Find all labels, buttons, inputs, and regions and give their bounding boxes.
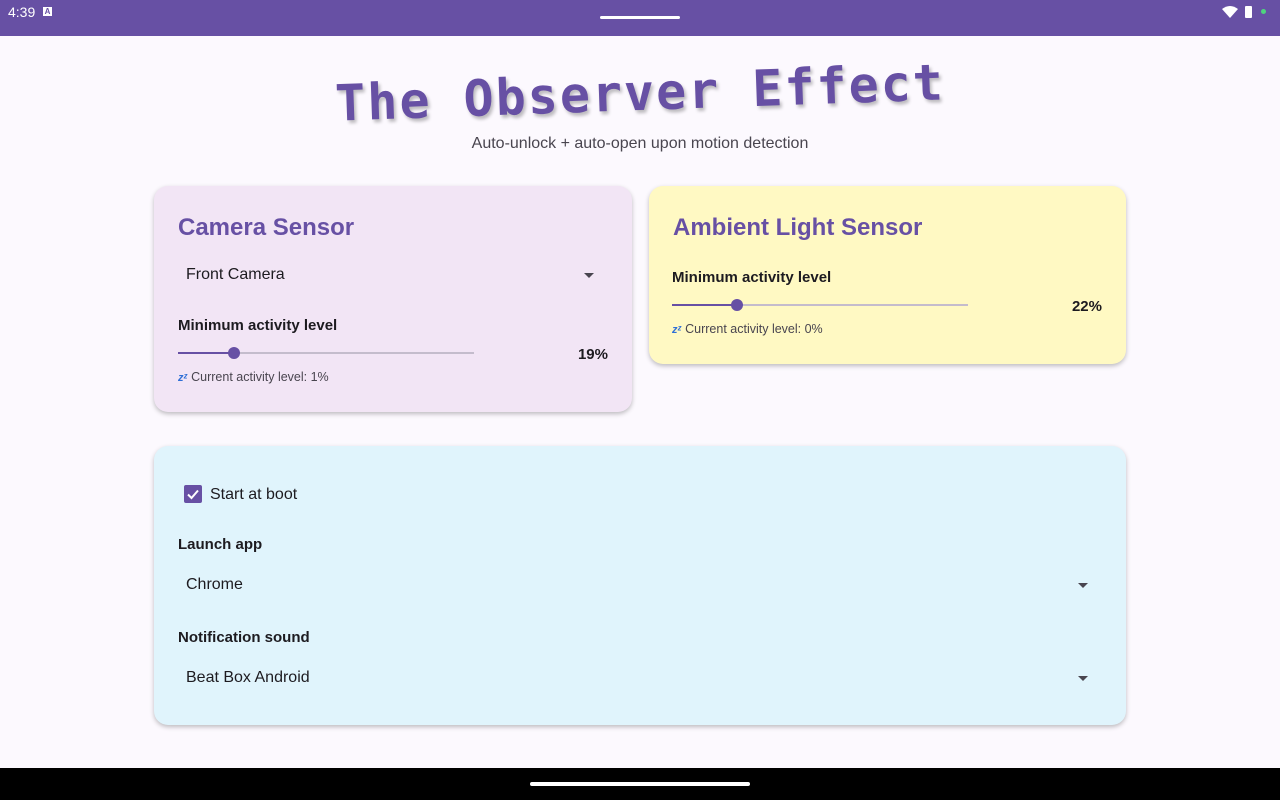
start-at-boot-label: Start at boot — [210, 486, 298, 503]
camera-current-activity-text: Current activity level: 1% — [191, 370, 329, 384]
slider-thumb[interactable] — [228, 347, 241, 359]
camera-min-activity-slider[interactable] — [178, 343, 474, 363]
home-gesture-handle[interactable] — [530, 782, 750, 786]
camera-select-value: Front Camera — [186, 266, 285, 283]
notification-sound-dropdown[interactable]: Beat Box Android — [178, 659, 1102, 699]
camera-current-activity: zᶻ Current activity level: 1% — [178, 370, 329, 384]
light-current-activity-text: Current activity level: 0% — [685, 322, 823, 336]
zzz-icon: zᶻ — [672, 324, 682, 336]
wifi-icon — [1222, 6, 1238, 18]
light-card-title: Ambient Light Sensor — [673, 214, 923, 241]
app-title: The Observer Effect — [334, 53, 946, 133]
ambient-light-sensor-card: Ambient Light Sensor Minimum activity le… — [649, 186, 1126, 364]
camera-card-title: Camera Sensor — [178, 214, 355, 241]
navigation-bar — [0, 768, 1280, 800]
slider-fill — [672, 304, 738, 306]
dropdown-arrow-icon — [584, 273, 594, 278]
camera-min-activity-value: 19% — [577, 346, 608, 363]
checkmark-icon — [187, 489, 199, 500]
light-min-activity-slider[interactable] — [672, 295, 968, 315]
camera-sensor-card: Camera Sensor Front Camera Minimum activ… — [154, 186, 632, 412]
dropdown-arrow-icon — [1078, 583, 1088, 588]
notification-sound-label: Notification sound — [178, 629, 310, 646]
zzz-icon: zᶻ — [178, 372, 188, 384]
settings-card: Start at boot Launch app Chrome Notifica… — [154, 446, 1126, 725]
app-subtitle: Auto-unlock + auto-open upon motion dete… — [471, 135, 809, 152]
camera-min-activity-label: Minimum activity level — [178, 317, 338, 334]
status-bar: 4:39 A — [0, 0, 1280, 36]
light-current-activity: zᶻ Current activity level: 0% — [672, 322, 823, 336]
notification-a-icon: A — [43, 7, 52, 16]
camera-select-dropdown[interactable]: Front Camera — [178, 256, 608, 296]
battery-icon — [1245, 6, 1252, 18]
dropdown-arrow-icon — [1078, 676, 1088, 681]
start-at-boot-checkbox[interactable] — [184, 485, 202, 503]
slider-fill — [178, 352, 235, 354]
status-bar-handle[interactable] — [600, 16, 680, 19]
slider-thumb[interactable] — [731, 299, 744, 311]
light-min-activity-label: Minimum activity level — [672, 269, 832, 286]
status-time: 4:39 — [8, 4, 36, 20]
launch-app-value: Chrome — [186, 576, 243, 593]
launch-app-label: Launch app — [178, 536, 263, 553]
privacy-dot-icon — [1261, 9, 1266, 14]
notification-sound-value: Beat Box Android — [186, 669, 310, 686]
launch-app-dropdown[interactable]: Chrome — [178, 566, 1102, 606]
light-min-activity-value: 22% — [1071, 298, 1102, 315]
